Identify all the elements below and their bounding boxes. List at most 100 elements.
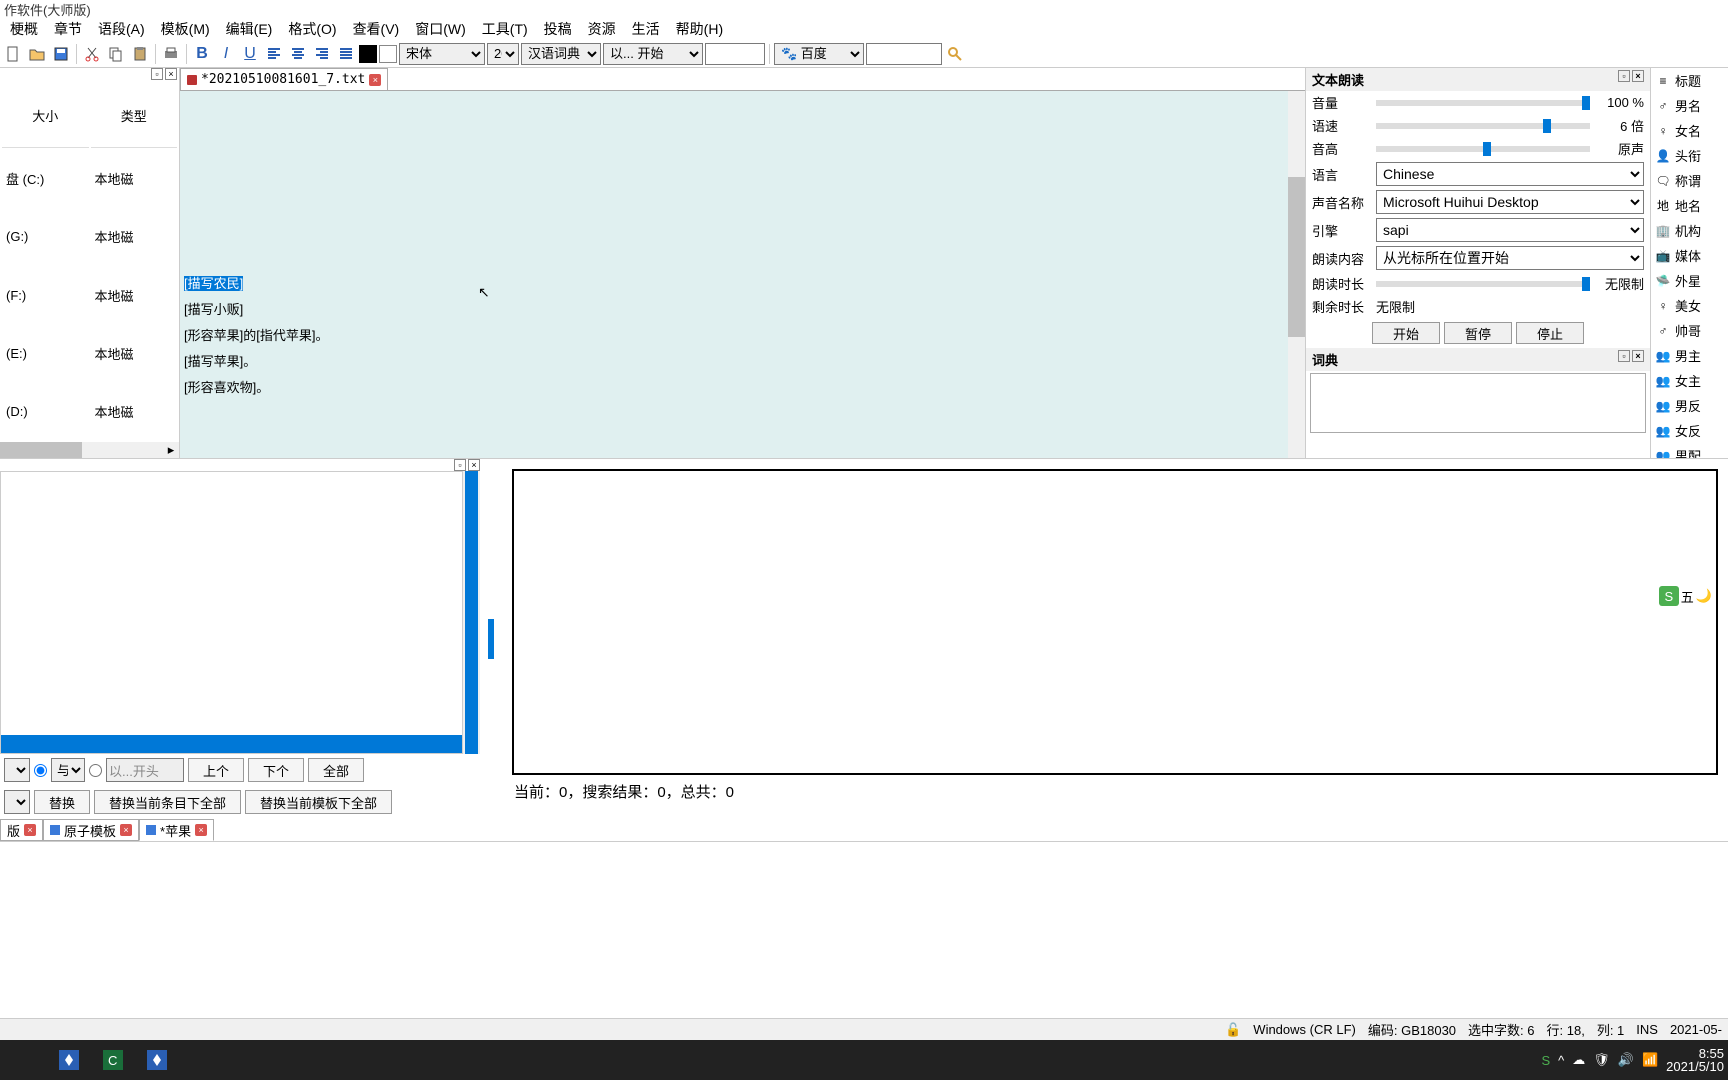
align-center-button[interactable] [287,43,309,65]
font-size-select[interactable]: 20 [487,43,519,65]
vertical-scrollbar[interactable] [463,471,480,754]
search-button[interactable] [944,43,966,65]
menu-resource[interactable]: 资源 [580,17,624,41]
tray-cloud-icon[interactable]: ☁ [1572,1052,1585,1068]
file-tab[interactable]: *20210510081601_7.txt × [180,68,388,90]
close-tab-button[interactable]: × [120,824,132,836]
start-button[interactable] [4,1042,46,1078]
tag-item[interactable]: 👥男主 [1651,343,1728,368]
tts-pause-button[interactable]: 暂停 [1444,322,1512,344]
tag-item[interactable]: 🏢机构 [1651,218,1728,243]
font-family-select[interactable]: 宋体 [399,43,485,65]
tag-item[interactable]: 👤头衔 [1651,143,1728,168]
speed-slider[interactable] [1376,123,1590,129]
menu-tools[interactable]: 工具(T) [474,17,536,41]
tag-item[interactable]: 👥男配 [1651,443,1728,458]
color-white[interactable] [379,45,397,63]
dict-input[interactable] [705,43,765,65]
ime-indicator[interactable]: S 五 🌙 [1659,586,1712,606]
scope-select[interactable]: 从光标所在位置开始 [1376,246,1644,270]
menu-help[interactable]: 帮助(H) [668,17,731,41]
menu-template[interactable]: 模板(M) [153,17,218,41]
close-panel-button[interactable]: × [1632,350,1644,362]
menu-outline[interactable]: 梗概 [2,17,46,41]
tag-item[interactable]: ♂帅哥 [1651,318,1728,343]
drive-row[interactable]: 盘 (C:)本地磁 [2,150,177,206]
tag-item[interactable]: 📺媒体 [1651,243,1728,268]
paste-button[interactable] [129,43,151,65]
detach-button[interactable]: ▫ [1618,350,1630,362]
drive-row[interactable]: (G:)本地磁 [2,209,177,265]
align-justify-button[interactable] [335,43,357,65]
clock[interactable]: 8:55 2021/5/10 [1666,1047,1724,1073]
align-right-button[interactable] [311,43,333,65]
replace-button[interactable]: 替换 [34,790,90,814]
menu-life[interactable]: 生活 [624,17,668,41]
drive-row[interactable]: (F:)本地磁 [2,267,177,323]
volume-slider[interactable] [1376,100,1590,106]
tag-item[interactable]: 👥男反 [1651,393,1728,418]
new-button[interactable] [2,43,24,65]
tag-item[interactable]: ≡标题 [1651,68,1728,93]
menu-view[interactable]: 查看(V) [345,17,408,41]
menu-format[interactable]: 格式(O) [280,17,344,41]
result-list[interactable] [0,471,463,754]
close-panel-button[interactable]: × [165,68,177,80]
bold-button[interactable]: B [191,43,213,65]
splitter[interactable] [480,459,502,818]
match-mode-select[interactable]: 以... 开始 [603,43,703,65]
duration-slider[interactable] [1376,281,1590,287]
save-button[interactable] [50,43,72,65]
preview-box[interactable] [512,469,1718,775]
web-search-input[interactable] [866,43,942,65]
search-engine-select[interactable]: 🐾 百度 [774,43,864,65]
replace-template-button[interactable]: 替换当前模板下全部 [245,790,392,814]
tray-volume-icon[interactable]: 🔊 [1618,1052,1634,1068]
tag-item[interactable]: 地地名 [1651,193,1728,218]
horizontal-scrollbar[interactable]: ▸ [0,442,179,458]
menu-submit[interactable]: 投稿 [536,17,580,41]
menu-edit[interactable]: 编辑(E) [218,17,281,41]
cut-button[interactable] [81,43,103,65]
drive-row[interactable]: (E:)本地磁 [2,325,177,381]
close-tab-button[interactable]: × [24,824,36,836]
color-black[interactable] [359,45,377,63]
tray-wifi-icon[interactable]: 📶 [1642,1052,1658,1068]
menu-window[interactable]: 窗口(W) [407,17,474,41]
detach-button[interactable]: ▫ [454,459,466,471]
vertical-scrollbar[interactable] [1288,91,1305,458]
close-panel-button[interactable]: × [468,459,480,471]
tag-item[interactable]: ♀女名 [1651,118,1728,143]
dictionary-select[interactable]: 汉语词典 [521,43,601,65]
all-button[interactable]: 全部 [308,758,364,782]
col-size[interactable]: 大小 [2,84,89,148]
task-app-1[interactable] [48,1042,90,1078]
open-button[interactable] [26,43,48,65]
and-radio[interactable] [34,764,47,777]
close-tab-button[interactable]: × [369,74,381,86]
tag-item[interactable]: 👥女反 [1651,418,1728,443]
detach-button[interactable]: ▫ [1618,70,1630,82]
editor-textarea[interactable]: [描写农民] [描写小贩] [形容苹果]的[指代苹果]。 [描写苹果]。 [形容… [180,91,1288,458]
tray-up-icon[interactable]: ^ [1558,1053,1564,1068]
field-select[interactable] [4,758,30,782]
close-panel-button[interactable]: × [1632,70,1644,82]
replace-entry-button[interactable]: 替换当前条目下全部 [94,790,241,814]
detach-button[interactable]: ▫ [151,68,163,80]
engine-select[interactable]: sapi [1376,218,1644,242]
next-button[interactable]: 下个 [248,758,304,782]
tts-stop-button[interactable]: 停止 [1516,322,1584,344]
bottom-tab[interactable]: 原子模板× [43,819,139,841]
italic-button[interactable]: I [215,43,237,65]
underline-button[interactable]: U [239,43,261,65]
tag-item[interactable]: ♂男名 [1651,93,1728,118]
and-select[interactable]: 与 [51,758,85,782]
align-left-button[interactable] [263,43,285,65]
task-app-2[interactable]: C [92,1042,134,1078]
menu-chapter[interactable]: 章节 [46,17,90,41]
tag-item[interactable]: 🛸外星 [1651,268,1728,293]
task-app-3[interactable] [136,1042,178,1078]
bottom-tab-active[interactable]: *苹果× [139,819,214,841]
copy-button[interactable] [105,43,127,65]
tag-item[interactable]: 🗨称谓 [1651,168,1728,193]
